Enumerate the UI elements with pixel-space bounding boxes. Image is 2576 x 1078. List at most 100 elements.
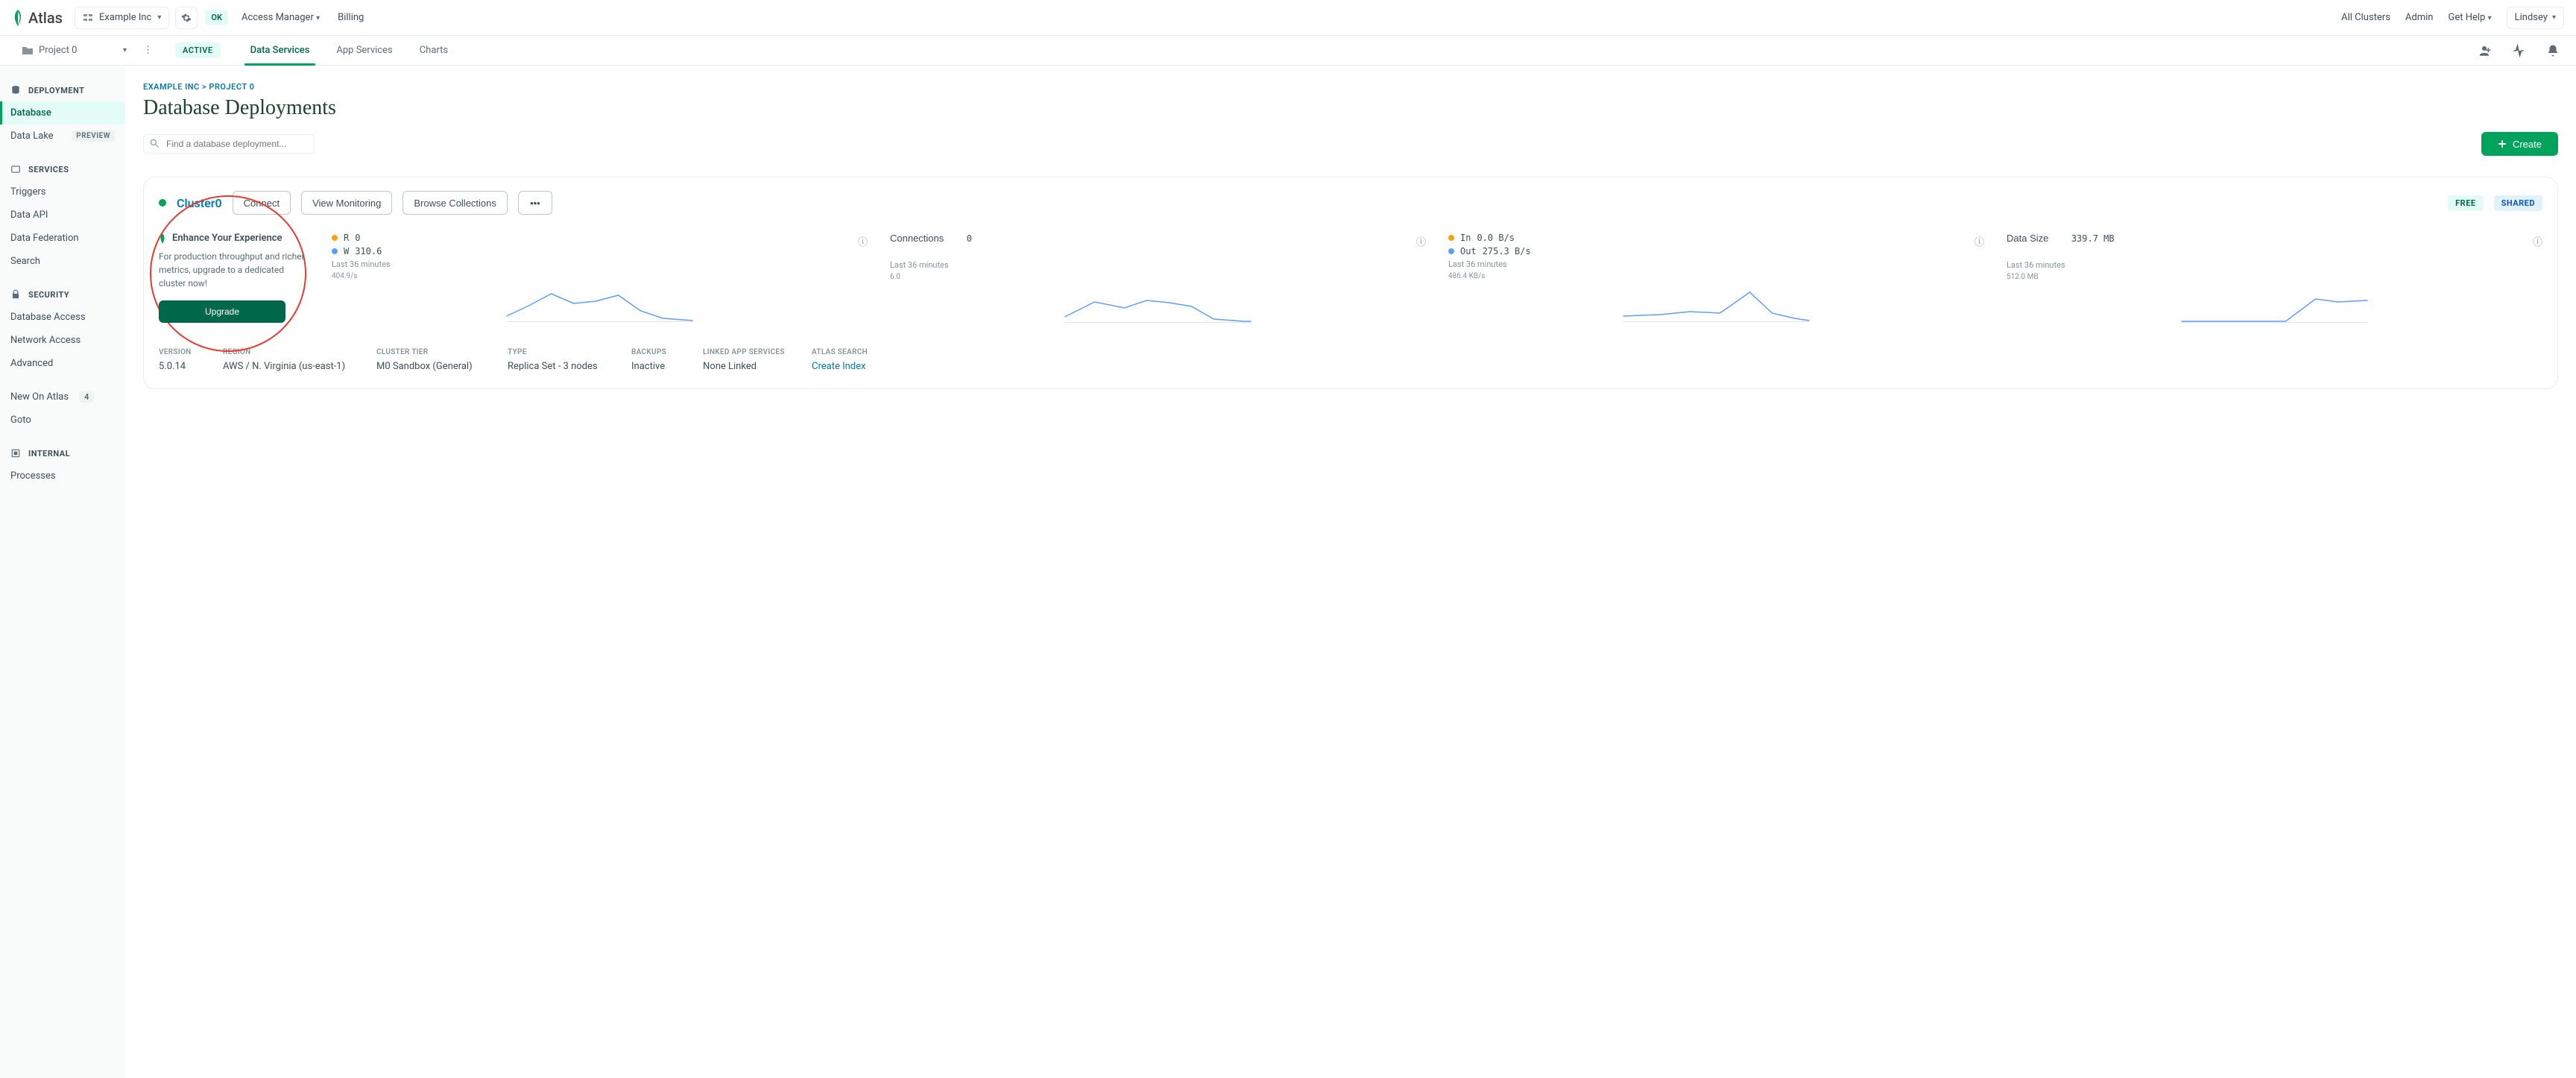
project-menu-button[interactable]: ⋮ bbox=[139, 45, 157, 56]
count-badge: 4 bbox=[79, 391, 94, 403]
sidebar-item-data-federation[interactable]: Data Federation bbox=[0, 227, 125, 250]
user-plus-icon bbox=[2478, 44, 2491, 57]
chevron-down-icon: ▾ bbox=[316, 14, 320, 22]
view-monitoring-button[interactable]: View Monitoring bbox=[301, 191, 392, 215]
sidebar-item-database[interactable]: Database bbox=[0, 101, 125, 124]
sparkline-connections bbox=[890, 286, 1426, 323]
database-icon bbox=[10, 85, 21, 95]
admin-link[interactable]: Admin bbox=[2405, 12, 2434, 23]
active-badge: ACTIVE bbox=[175, 42, 221, 58]
sidebar-item-net-access[interactable]: Network Access bbox=[0, 329, 125, 352]
activity-button[interactable] bbox=[2507, 40, 2530, 62]
plus-icon bbox=[2498, 139, 2507, 148]
page-title: Database Deployments bbox=[143, 96, 2558, 120]
sidebar-item-data-api[interactable]: Data API bbox=[0, 204, 125, 227]
sidebar: DEPLOYMENT Database Data Lake PREVIEW SE… bbox=[0, 66, 125, 1078]
activity-icon bbox=[2512, 44, 2525, 57]
status-dot-icon bbox=[159, 199, 166, 207]
cluster-more-button[interactable]: ••• bbox=[518, 191, 552, 215]
chevron-down-icon: ▾ bbox=[157, 13, 161, 22]
sparkline-size bbox=[2007, 286, 2542, 323]
org-switcher[interactable]: Example Inc ▾ bbox=[75, 7, 169, 29]
brand[interactable]: Atlas bbox=[12, 9, 63, 27]
bell-icon bbox=[2546, 44, 2560, 57]
info-icon[interactable]: ⓘ bbox=[2533, 234, 2542, 248]
footer-backups: BACKUPS Inactive bbox=[631, 348, 691, 372]
sidebar-item-triggers[interactable]: Triggers bbox=[0, 180, 125, 204]
create-button[interactable]: Create bbox=[2481, 132, 2558, 156]
gear-icon bbox=[181, 13, 192, 23]
brand-name: Atlas bbox=[28, 9, 63, 27]
search-wrap bbox=[143, 134, 315, 154]
sidebar-item-search[interactable]: Search bbox=[0, 250, 125, 273]
dots-horizontal-icon: ••• bbox=[530, 198, 540, 209]
sidebar-item-new-on-atlas[interactable]: New On Atlas 4 bbox=[0, 385, 125, 409]
footer-search: ATLAS SEARCH Create Index bbox=[812, 348, 909, 372]
org-icon bbox=[83, 13, 93, 23]
metric-rw: ⓘ R 0 W 310.6 Last 36 minutes 404.9/s bbox=[332, 233, 868, 323]
footer-type: TYPE Replica Set - 3 nodes bbox=[508, 348, 619, 372]
info-icon[interactable]: ⓘ bbox=[858, 234, 868, 248]
legend-dot-icon bbox=[332, 235, 338, 241]
sidebar-item-db-access[interactable]: Database Access bbox=[0, 306, 125, 329]
tab-data-services[interactable]: Data Services bbox=[250, 36, 310, 65]
top-nav: Atlas Example Inc ▾ OK Access Manager ▾ … bbox=[0, 0, 2576, 36]
top-right-links: All Clusters Admin Get Help ▾ Lindsey ▾ bbox=[2341, 7, 2564, 29]
info-icon[interactable]: ⓘ bbox=[1416, 234, 1426, 248]
footer-version: VERSION 5.0.14 bbox=[159, 348, 211, 372]
get-help-link[interactable]: Get Help ▾ bbox=[2448, 12, 2491, 23]
search-icon bbox=[149, 138, 160, 148]
cluster-card: Cluster0 Connect View Monitoring Browse … bbox=[143, 177, 2558, 389]
chevron-down-icon: ▾ bbox=[2488, 14, 2492, 22]
preview-badge: PREVIEW bbox=[72, 130, 115, 142]
chevron-down-icon: ▾ bbox=[123, 46, 127, 54]
sparkline-io bbox=[1448, 285, 1984, 322]
billing-link[interactable]: Billing bbox=[338, 12, 364, 23]
notifications-button[interactable] bbox=[2542, 40, 2564, 62]
metric-io: ⓘ In 0.0 B/s Out 275.3 B/s Last 36 minut… bbox=[1448, 233, 1984, 323]
legend-dot-icon bbox=[332, 248, 338, 254]
sparkline-rw bbox=[332, 285, 868, 322]
footer-tier: CLUSTER TIER M0 Sandbox (General) bbox=[376, 348, 496, 372]
leaf-icon bbox=[159, 233, 166, 244]
search-input[interactable] bbox=[143, 134, 315, 154]
project-switcher[interactable]: Project 0 ▾ bbox=[22, 45, 127, 56]
cluster-name-link[interactable]: Cluster0 bbox=[177, 196, 222, 210]
info-icon[interactable]: ⓘ bbox=[1974, 234, 1984, 248]
metric-connections: ⓘ Connections 0 Last 36 minutes 6.0 bbox=[890, 233, 1426, 323]
enhance-text: For production throughput and richer met… bbox=[159, 250, 308, 290]
enhance-panel: Enhance Your Experience For production t… bbox=[159, 233, 308, 323]
legend-dot-icon bbox=[1448, 248, 1454, 254]
breadcrumb-org[interactable]: EXAMPLE INC bbox=[143, 82, 200, 92]
org-settings-button[interactable] bbox=[175, 7, 198, 29]
leaf-icon bbox=[12, 10, 24, 26]
user-menu[interactable]: Lindsey ▾ bbox=[2507, 7, 2564, 29]
invite-button[interactable] bbox=[2473, 40, 2496, 62]
sidebar-item-processes[interactable]: Processes bbox=[0, 464, 125, 488]
services-icon bbox=[10, 164, 21, 174]
footer-linked: LINKED APP SERVICES None Linked bbox=[703, 348, 800, 372]
create-index-link[interactable]: Create Index bbox=[812, 361, 909, 372]
all-clusters-link[interactable]: All Clusters bbox=[2341, 12, 2390, 23]
metrics-grid: ⓘ R 0 W 310.6 Last 36 minutes 404.9/s ⓘ bbox=[332, 233, 2542, 323]
project-name: Project 0 bbox=[39, 45, 78, 56]
folder-icon bbox=[22, 46, 33, 55]
upgrade-button[interactable]: Upgrade bbox=[159, 300, 285, 323]
tab-app-services[interactable]: App Services bbox=[336, 36, 392, 65]
main-content: EXAMPLE INC > PROJECT 0 Database Deploym… bbox=[125, 66, 2576, 1078]
shared-badge: SHARED bbox=[2494, 195, 2542, 211]
enhance-title: Enhance Your Experience bbox=[172, 233, 282, 244]
sidebar-heading-services: SERVICES bbox=[0, 158, 125, 180]
connect-button[interactable]: Connect bbox=[233, 191, 291, 215]
access-manager-link[interactable]: Access Manager ▾ bbox=[242, 12, 320, 23]
dots-vertical-icon: ⋮ bbox=[143, 45, 153, 56]
browse-collections-button[interactable]: Browse Collections bbox=[402, 191, 508, 215]
sidebar-item-data-lake[interactable]: Data Lake PREVIEW bbox=[0, 124, 125, 148]
sidebar-item-advanced[interactable]: Advanced bbox=[0, 352, 125, 375]
tab-charts[interactable]: Charts bbox=[420, 36, 448, 65]
sidebar-heading-internal: INTERNAL bbox=[0, 442, 125, 464]
breadcrumb-project[interactable]: PROJECT 0 bbox=[209, 82, 254, 92]
lock-icon bbox=[10, 289, 21, 300]
org-name: Example Inc bbox=[99, 12, 151, 23]
sidebar-item-goto[interactable]: Goto bbox=[0, 409, 125, 432]
